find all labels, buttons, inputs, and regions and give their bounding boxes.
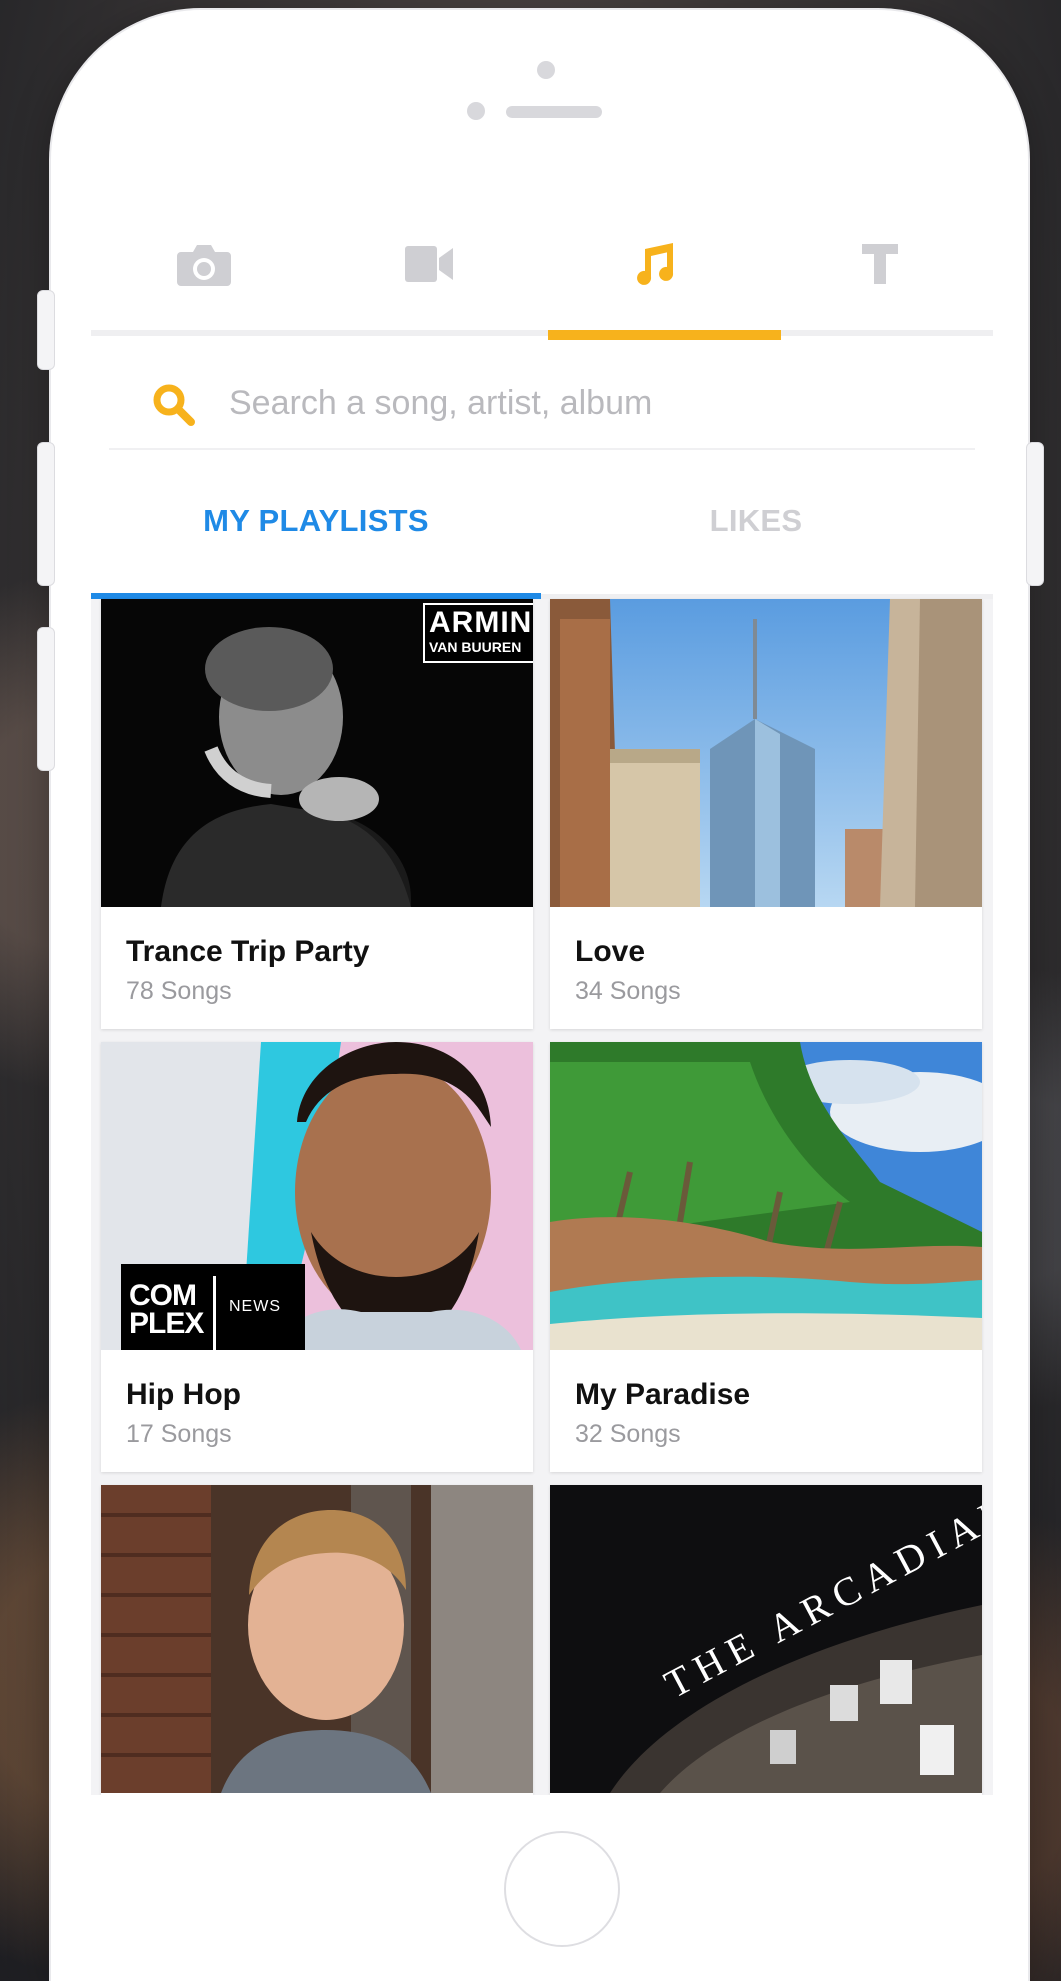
- playlist-card-5[interactable]: [101, 1485, 533, 1795]
- playlist-title: Love: [575, 935, 646, 968]
- mute-switch: [37, 290, 55, 370]
- tab-music[interactable]: [541, 186, 766, 342]
- playlist-cover-image: [550, 1042, 982, 1350]
- front-camera: [537, 61, 555, 79]
- library-tabs: MY PLAYLISTS LIKES: [91, 466, 993, 586]
- search-bar: [109, 352, 975, 450]
- playlist-song-count: 32 Songs: [575, 1420, 681, 1448]
- playlist-cover-image: ARMIN VAN BUUREN: [101, 599, 533, 907]
- mode-tabs-divider: [91, 330, 993, 336]
- media-mode-tabs: [91, 186, 993, 342]
- earpiece-speaker: [506, 106, 602, 118]
- playlist-cover-image: THE ARCADIAN: [550, 1485, 982, 1793]
- power-button: [1026, 442, 1044, 586]
- text-icon: [861, 244, 898, 284]
- tab-my-playlists[interactable]: MY PLAYLISTS: [91, 466, 541, 576]
- tab-likes[interactable]: LIKES: [541, 466, 971, 576]
- playlist-card-trance-trip-party[interactable]: ARMIN VAN BUUREN Trance Trip Party 78 So…: [101, 599, 533, 1029]
- playlist-card-love[interactable]: Love 34 Songs: [550, 599, 982, 1029]
- news-logo-badge: COM PLEX NEWS: [121, 1264, 305, 1350]
- playlist-card-hip-hop[interactable]: COM PLEX NEWS Hip Hop 17 Songs: [101, 1042, 533, 1472]
- volume-down-button: [37, 627, 55, 771]
- playlist-cover-image: [550, 599, 982, 907]
- home-button[interactable]: [504, 1831, 620, 1947]
- app-screen: MY PLAYLISTS LIKES ARMIN VAN BUUREN: [91, 186, 993, 1795]
- video-icon: [404, 246, 453, 282]
- tab-video[interactable]: [316, 186, 541, 342]
- playlist-card-my-paradise[interactable]: My Paradise 32 Songs: [550, 1042, 982, 1472]
- playlist-grid: ARMIN VAN BUUREN Trance Trip Party 78 So…: [91, 599, 993, 1795]
- artist-logo-badge: ARMIN VAN BUUREN: [423, 603, 533, 663]
- playlist-title: Trance Trip Party: [126, 935, 370, 968]
- tab-text[interactable]: [767, 186, 992, 342]
- playlist-song-count: 17 Songs: [126, 1420, 232, 1448]
- playlist-song-count: 78 Songs: [126, 977, 232, 1005]
- playlist-card-6[interactable]: THE ARCADIAN: [550, 1485, 982, 1795]
- playlist-song-count: 34 Songs: [575, 977, 681, 1005]
- playlist-title: Hip Hop: [126, 1378, 241, 1411]
- proximity-sensor: [467, 102, 485, 120]
- volume-up-button: [37, 442, 55, 586]
- camera-icon: [176, 245, 231, 286]
- playlist-cover-image: COM PLEX NEWS: [101, 1042, 533, 1350]
- playlist-cover-image: [101, 1485, 533, 1793]
- playlist-title: My Paradise: [575, 1378, 751, 1411]
- search-icon[interactable]: [151, 382, 197, 428]
- active-mode-indicator: [548, 330, 781, 340]
- search-input[interactable]: [227, 374, 951, 432]
- tab-photo[interactable]: [91, 186, 316, 342]
- music-note-icon: [636, 243, 673, 285]
